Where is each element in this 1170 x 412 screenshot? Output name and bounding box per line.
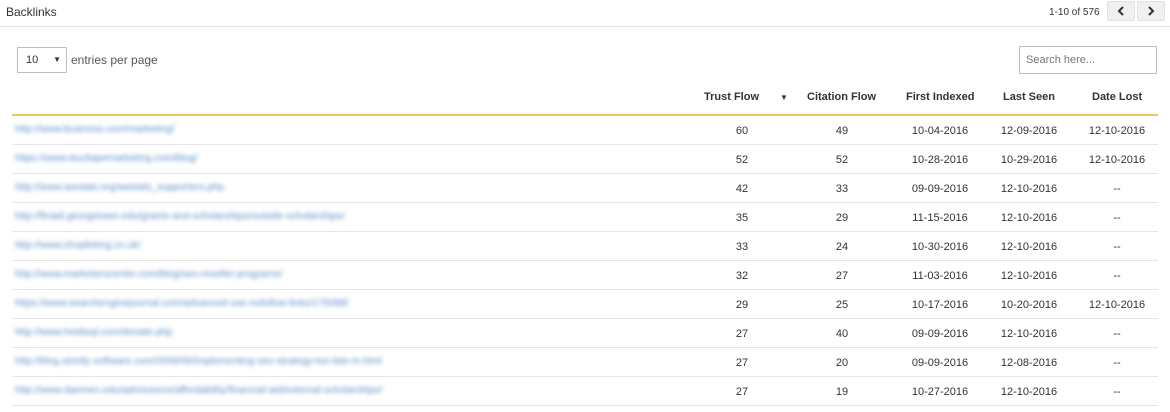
date-lost-cell: -- xyxy=(1113,328,1121,340)
column-header-trust-flow[interactable]: Trust Flow xyxy=(704,91,759,103)
first-indexed-cell: 11-15-2016 xyxy=(912,212,968,224)
panel-title: Backlinks xyxy=(6,5,57,19)
trust-flow-cell: 42 xyxy=(735,183,749,195)
panel-header: Backlinks 1-10 of 576 xyxy=(0,0,1170,27)
trust-flow-cell: 29 xyxy=(735,299,749,311)
citation-flow-cell: 52 xyxy=(835,154,849,166)
search-input[interactable] xyxy=(1019,46,1157,74)
first-indexed-cell: 09-09-2016 xyxy=(911,357,969,369)
last-seen-cell: 12-10-2016 xyxy=(1000,386,1058,398)
backlink-url-link[interactable]: http://www.marketerscenter.com/blog/seo-… xyxy=(15,269,282,280)
trust-flow-cell: 60 xyxy=(735,125,749,137)
last-seen-cell: 12-10-2016 xyxy=(1000,241,1058,253)
citation-flow-cell: 24 xyxy=(835,241,849,253)
first-indexed-cell: 10-04-2016 xyxy=(911,125,969,137)
table-row: http://www.business.com/marketing/60 49 10… xyxy=(12,116,1158,145)
sort-descending-icon[interactable]: ▼ xyxy=(780,93,788,102)
previous-page-button[interactable] xyxy=(1107,1,1135,21)
citation-flow-cell: 49 xyxy=(835,125,849,137)
citation-flow-cell: 27 xyxy=(835,270,849,282)
last-seen-cell: 12-09-2016 xyxy=(1000,125,1058,137)
date-lost-cell: -- xyxy=(1113,183,1121,195)
chevron-left-icon xyxy=(1117,6,1124,16)
table-row: http://finaid.georgetown.edu/grants-and-… xyxy=(12,203,1158,232)
trust-flow-cell: 27 xyxy=(735,328,749,340)
date-lost-cell: -- xyxy=(1113,357,1121,369)
table-row: http://www.daemen.edu/admissions/afforda… xyxy=(12,377,1158,406)
backlink-url-link[interactable]: http://blog.strictly-software.com/2009/0… xyxy=(15,356,382,367)
citation-flow-cell: 29 xyxy=(835,212,849,224)
last-seen-cell: 10-29-2016 xyxy=(1000,154,1058,166)
backlink-url-link[interactable]: http://www.business.com/marketing/ xyxy=(15,124,175,135)
last-seen-cell: 12-08-2016 xyxy=(1000,357,1058,369)
date-lost-cell: -- xyxy=(1113,270,1121,282)
trust-flow-cell: 33 xyxy=(735,241,749,253)
chevron-right-icon xyxy=(1148,6,1155,16)
table-row: http://www.marketerscenter.com/blog/seo-… xyxy=(12,261,1158,290)
date-lost-cell: 12-10-2016 xyxy=(1088,299,1146,311)
column-header-date-lost[interactable]: Date Lost xyxy=(1092,91,1142,103)
column-header-citation-flow[interactable]: Citation Flow xyxy=(807,91,876,103)
entries-per-page-label: entries per page xyxy=(71,53,158,67)
date-lost-cell: -- xyxy=(1113,386,1121,398)
trust-flow-cell: 35 xyxy=(735,212,749,224)
trust-flow-cell: 27 xyxy=(735,386,749,398)
citation-flow-cell: 40 xyxy=(835,328,849,340)
table-row: http://www.heidisql.com/donate.php 27 40 09… xyxy=(12,319,1158,348)
backlink-url-link[interactable]: http://www.daemen.edu/admissions/afforda… xyxy=(15,385,382,396)
table-row: https://www.searchenginejournal.com/adva… xyxy=(12,290,1158,319)
trust-flow-cell: 32 xyxy=(735,270,749,282)
last-seen-cell: 12-10-2016 xyxy=(1000,270,1058,282)
table-row: http://www.awstats.org/awstats_supporter… xyxy=(12,174,1158,203)
citation-flow-cell: 20 xyxy=(835,357,849,369)
last-seen-cell: 10-20-2016 xyxy=(1000,299,1058,311)
date-lost-cell: 12-10-2016 xyxy=(1088,154,1146,166)
next-page-button[interactable] xyxy=(1137,1,1165,21)
entries-per-page-select[interactable]: 10 ▼ xyxy=(17,47,67,73)
date-lost-cell: -- xyxy=(1113,241,1121,253)
first-indexed-cell: 09-09-2016 xyxy=(911,183,969,195)
trust-flow-cell: 52 xyxy=(735,154,749,166)
pagination-count: 1-10 of 576 xyxy=(1049,7,1100,18)
caret-down-icon: ▼ xyxy=(53,55,61,64)
trust-flow-cell: 27 xyxy=(735,357,749,369)
last-seen-cell: 12-10-2016 xyxy=(1000,183,1058,195)
backlink-url-link[interactable]: http://www.shoplisting.co.uk/ xyxy=(15,240,141,251)
first-indexed-cell: 09-09-2016 xyxy=(911,328,969,340)
table-row: http://www.shoplisting.co.uk/33 24 10-30-2… xyxy=(12,232,1158,261)
date-lost-cell: -- xyxy=(1113,212,1121,224)
date-lost-cell: 12-10-2016 xyxy=(1088,125,1146,137)
backlink-url-link[interactable]: http://www.heidisql.com/donate.php xyxy=(15,327,172,338)
table-row: https://www.ducttapemarketing.com/blog/5… xyxy=(12,145,1158,174)
entries-select-value: 10 xyxy=(26,54,39,66)
column-header-first-indexed[interactable]: First Indexed xyxy=(906,91,974,103)
backlink-url-link[interactable]: https://www.ducttapemarketing.com/blog/ xyxy=(15,153,197,164)
backlink-url-link[interactable]: http://finaid.georgetown.edu/grants-and-… xyxy=(15,211,345,222)
column-header-last-seen[interactable]: Last Seen xyxy=(1003,91,1055,103)
first-indexed-cell: 10-17-2016 xyxy=(911,299,969,311)
table-row: http://blog.strictly-software.com/2009/0… xyxy=(12,348,1158,377)
backlink-url-link[interactable]: https://www.searchenginejournal.com/adva… xyxy=(15,298,349,309)
first-indexed-cell: 11-03-2016 xyxy=(912,270,968,282)
citation-flow-cell: 25 xyxy=(835,299,849,311)
citation-flow-cell: 33 xyxy=(835,183,849,195)
first-indexed-cell: 10-30-2016 xyxy=(911,241,969,253)
citation-flow-cell: 19 xyxy=(835,386,849,398)
first-indexed-cell: 10-27-2016 xyxy=(911,386,969,398)
backlink-url-link[interactable]: http://www.awstats.org/awstats_supporter… xyxy=(15,182,224,193)
last-seen-cell: 12-10-2016 xyxy=(1000,328,1058,340)
first-indexed-cell: 10-28-2016 xyxy=(911,154,969,166)
last-seen-cell: 12-10-2016 xyxy=(1000,212,1058,224)
